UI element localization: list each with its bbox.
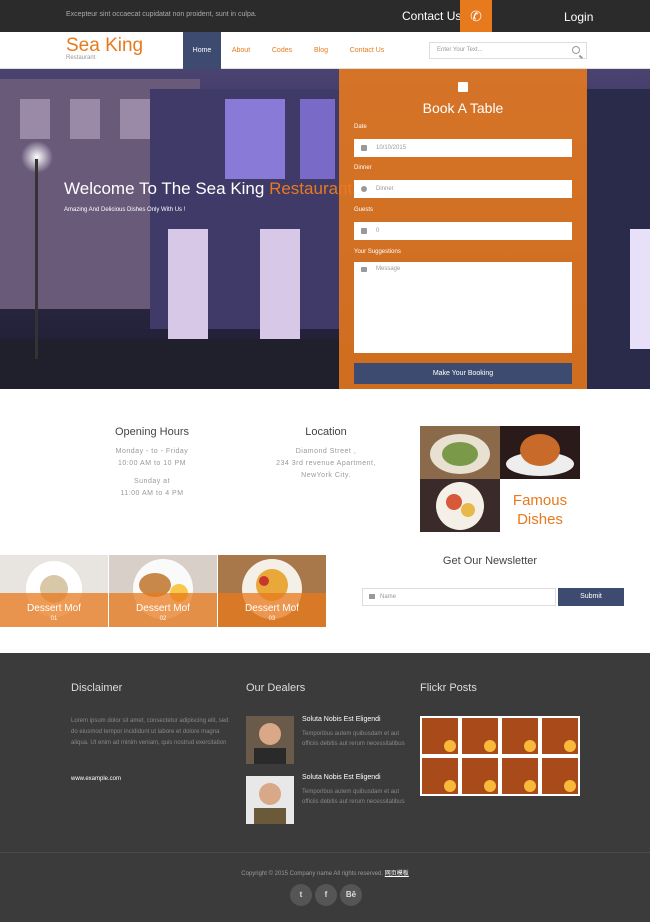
dessert-title: Dessert Mof: [245, 603, 299, 614]
flickr-gallery[interactable]: [420, 716, 580, 796]
copyright-text: Copyright © 2015 Company name All rights…: [241, 871, 384, 877]
newsletter-name-input[interactable]: Name: [362, 588, 556, 606]
opening-line: Sunday at: [133, 478, 171, 485]
nav-home[interactable]: Home: [183, 32, 221, 69]
mail-icon: [369, 594, 375, 599]
disclaimer-text: Lorem ipsum dolor sit amet, consectetur …: [71, 718, 229, 746]
famous-line: Dishes: [517, 511, 563, 528]
behance-icon[interactable]: Bē: [340, 884, 362, 906]
date-field[interactable]: 10/10/2015: [354, 139, 572, 157]
booking-title: Book A Table: [422, 100, 504, 116]
flickr-title: Flickr Posts: [420, 682, 477, 694]
guests-field[interactable]: 0: [354, 222, 572, 240]
dealer-name[interactable]: Soluta Nobis Est Eligendi: [302, 716, 381, 723]
phone-icon[interactable]: ✆: [460, 0, 492, 32]
location-line: 234 3rd revenue Apartment,: [276, 460, 376, 467]
navigation-bar: Sea King Restaurant Home About Codes Blo…: [0, 32, 650, 69]
date-label: Date: [354, 124, 367, 130]
message-icon: [361, 267, 367, 272]
site-logo[interactable]: Sea King: [66, 36, 143, 56]
dessert-card[interactable]: Dessert Mof 03: [218, 555, 326, 627]
dealer-avatar: [246, 776, 294, 824]
guests-label: Guests: [354, 207, 374, 213]
nav-about[interactable]: About: [222, 32, 260, 69]
location-title: Location: [305, 426, 347, 438]
suggestions-label: Your Suggestions: [354, 249, 401, 255]
newsletter-title: Get Our Newsletter: [442, 555, 538, 567]
dessert-number: 03: [268, 616, 276, 622]
dinner-select[interactable]: Dinner: [354, 180, 572, 198]
nav-codes[interactable]: Codes: [263, 32, 301, 69]
footer: Disclaimer Lorem ipsum dolor sit amet, c…: [0, 653, 650, 922]
nav-contact[interactable]: Contact Us: [342, 32, 392, 69]
famous-line: Famous: [512, 492, 568, 509]
footer-divider: [0, 852, 650, 853]
newsletter-submit-button[interactable]: Submit: [558, 588, 624, 606]
dessert-card[interactable]: Dessert Mof 01: [0, 555, 108, 627]
nav-blog[interactable]: Blog: [302, 32, 340, 69]
opening-line: 11:00 AM to 4 PM: [120, 490, 184, 497]
opening-line: Monday - to - Friday: [115, 448, 189, 455]
search-icon[interactable]: [572, 46, 580, 54]
hero-subtitle: Amazing And Delicious Dishes Only With U…: [64, 207, 186, 213]
calendar-icon: [458, 82, 468, 92]
dealer-text: Temporibus autem quibusdam et aut offici…: [302, 731, 405, 747]
top-tagline: Excepteur sint occaecat cupidatat non pr…: [66, 11, 257, 18]
twitter-icon[interactable]: t: [290, 884, 312, 906]
make-booking-button[interactable]: Make Your Booking: [354, 363, 572, 384]
search-placeholder: Enter Your Text...: [437, 47, 483, 53]
message-textarea[interactable]: Message: [354, 262, 572, 353]
user-icon: [361, 228, 367, 234]
newsletter-placeholder: Name: [380, 594, 397, 600]
dealer-avatar: [246, 716, 294, 764]
search-input[interactable]: Enter Your Text...: [429, 42, 587, 59]
famous-dishes-title: Famous Dishes: [500, 491, 580, 529]
opening-hours-text: Monday - to - Friday 10:00 AM to 10 PM S…: [92, 446, 212, 500]
clock-icon: [361, 186, 367, 192]
dessert-title: Dessert Mof: [27, 603, 81, 614]
hero-title-main: Welcome To The Sea King: [64, 179, 265, 198]
dealers-title: Our Dealers: [246, 682, 306, 694]
top-bar: Excepteur sint occaecat cupidatat non pr…: [0, 0, 650, 32]
calendar-icon: [361, 145, 367, 151]
facebook-icon[interactable]: f: [315, 884, 337, 906]
copyright-link[interactable]: 网页模板: [385, 871, 409, 877]
login-link[interactable]: Login: [564, 10, 593, 24]
disclaimer-title: Disclaimer: [71, 682, 123, 694]
location-text: Diamond Street , 234 3rd revenue Apartme…: [256, 446, 396, 482]
hero-title: Welcome To The Sea King Restaurant: [64, 179, 352, 199]
location-line: Diamond Street ,: [295, 448, 357, 455]
dessert-title: Dessert Mof: [136, 603, 190, 614]
dealer-name[interactable]: Soluta Nobis Est Eligendi: [302, 774, 381, 781]
dessert-number: 01: [50, 616, 58, 622]
guests-value: 0: [376, 228, 380, 234]
copyright: Copyright © 2015 Company name All rights…: [0, 868, 650, 877]
booking-form: Book A Table Date 10/10/2015 Dinner Dinn…: [339, 69, 587, 389]
dinner-label: Dinner: [354, 165, 372, 171]
opening-hours-title: Opening Hours: [115, 426, 189, 438]
dessert-number: 02: [159, 616, 167, 622]
disclaimer-link[interactable]: www.example.com: [71, 776, 121, 782]
dealer-text: Temporibus autem quibusdam et aut offici…: [302, 789, 405, 805]
date-value: 10/10/2015: [376, 145, 407, 151]
dessert-card[interactable]: Dessert Mof 02: [109, 555, 217, 627]
site-logo-subtitle: Restaurant: [66, 55, 96, 61]
location-line: NewYork City.: [301, 472, 351, 479]
message-placeholder: Message: [376, 266, 401, 272]
dinner-value: Dinner: [376, 186, 394, 192]
contact-us-link[interactable]: Contact Us: [402, 9, 461, 23]
opening-line: 10:00 AM to 10 PM: [117, 460, 187, 467]
